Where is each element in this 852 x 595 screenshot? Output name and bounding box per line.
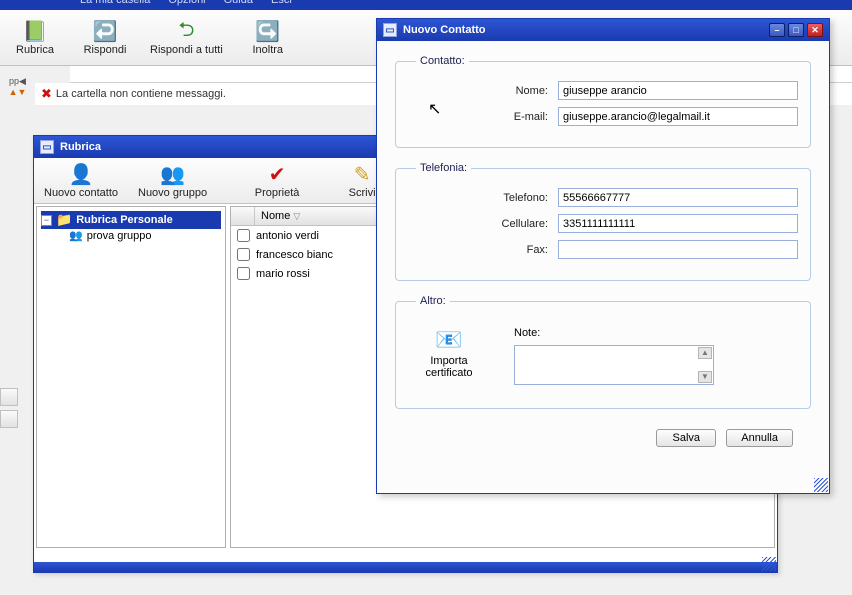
nome-input[interactable] <box>558 81 798 100</box>
tree-root[interactable]: − 📁 Rubrica Personale <box>41 211 221 229</box>
tree-child-label: prova gruppo <box>87 230 152 242</box>
row-name: mario rossi <box>256 268 310 280</box>
reply-icon: ↩️ <box>92 20 118 44</box>
altro-legend: Altro: <box>416 295 450 307</box>
menubar: La mia casella Opzioni Guida Esci <box>0 0 852 10</box>
new-contact-icon: 👤 <box>68 163 94 187</box>
scroll-up-icon[interactable]: ▲ <box>698 347 712 359</box>
fax-row: Fax: <box>408 240 798 259</box>
scroll-down-icon[interactable]: ▼ <box>698 371 712 383</box>
rubrica-label: Rubrica <box>16 44 54 56</box>
check-icon: ✔ <box>264 163 290 187</box>
write-label: Scrivi <box>349 187 376 199</box>
forward-icon: ↪️ <box>255 20 281 44</box>
dialog-body: Contatto: Nome: E-mail: Telefonia: Telef… <box>377 41 829 457</box>
note-textarea[interactable]: ▲ ▼ <box>514 345 714 385</box>
tree-pane[interactable]: − 📁 Rubrica Personale 👥 prova gruppo <box>36 206 226 548</box>
new-group-label: Nuovo gruppo <box>138 187 207 199</box>
checkbox-column[interactable] <box>231 207 255 225</box>
fax-input[interactable] <box>558 240 798 259</box>
reply-label: Rispondi <box>84 44 127 56</box>
note-block: Note: ▲ ▼ <box>514 327 714 388</box>
fragment-b <box>0 410 18 428</box>
fax-label: Fax: <box>408 244 558 256</box>
maximize-button[interactable]: □ <box>788 23 804 37</box>
dialog-icon: ▭ <box>383 23 397 37</box>
new-group-button[interactable]: 👥 Nuovo gruppo <box>128 158 217 203</box>
email-row: E-mail: <box>408 107 798 126</box>
tree-root-label: Rubrica Personale <box>76 214 173 226</box>
dialog-titlebar[interactable]: ▭ Nuovo Contatto – □ ✕ <box>377 19 829 41</box>
collapse-icon[interactable]: − <box>41 215 52 226</box>
reply-all-icon: ⮌ <box>173 20 199 44</box>
telefono-input[interactable] <box>558 188 798 207</box>
rubrica-footer <box>34 562 777 572</box>
close-button[interactable]: ✕ <box>807 23 823 37</box>
row-name: antonio verdi <box>256 230 319 242</box>
new-contact-label: Nuovo contatto <box>44 187 118 199</box>
tree-child[interactable]: 👥 prova gruppo <box>41 229 221 242</box>
importa-certificato-button[interactable]: 📧 Importa certificato <box>414 327 484 379</box>
telefono-row: Telefono: <box>408 188 798 207</box>
row-checkbox[interactable] <box>237 229 250 242</box>
sort-desc-icon: ▽ <box>293 211 300 222</box>
sort-indicator-icon: ▲▼ <box>9 87 27 97</box>
certificate-icon: 📧 <box>435 327 462 353</box>
name-column-label: Nome <box>261 210 290 222</box>
cellulare-input[interactable] <box>558 214 798 233</box>
rubrica-button[interactable]: 📗 Rubrica <box>0 10 70 65</box>
telefonia-fieldset: Telefonia: Telefono: Cellulare: Fax: <box>395 162 811 281</box>
altro-fieldset: Altro: 📧 Importa certificato Note: ▲ ▼ <box>395 295 811 409</box>
new-contact-button[interactable]: 👤 Nuovo contatto <box>34 158 128 203</box>
folder-icon: 📁 <box>56 212 72 228</box>
left-fragments <box>0 388 18 428</box>
resize-grip[interactable] <box>762 557 776 571</box>
forward-button[interactable]: ↪️ Inoltra <box>233 10 303 65</box>
dialog-resize-grip[interactable] <box>814 478 828 492</box>
window-buttons: – □ ✕ <box>769 23 823 37</box>
window-icon: ▭ <box>40 140 54 154</box>
save-button[interactable]: Salva <box>656 429 716 447</box>
importa-label: Importa certificato <box>414 355 484 379</box>
telefono-label: Telefono: <box>408 192 558 204</box>
group-icon: 👥 <box>69 229 83 242</box>
row-checkbox[interactable] <box>237 248 250 261</box>
reply-button[interactable]: ↩️ Rispondi <box>70 10 140 65</box>
reply-all-label: Rispondi a tutti <box>150 44 223 56</box>
contatto-fieldset: Contatto: Nome: E-mail: <box>395 55 811 148</box>
telefonia-legend: Telefonia: <box>416 162 471 174</box>
cellulare-row: Cellulare: <box>408 214 798 233</box>
nome-row: Nome: <box>408 81 798 100</box>
contatto-legend: Contatto: <box>416 55 469 67</box>
email-input[interactable] <box>558 107 798 126</box>
new-contact-dialog: ▭ Nuovo Contatto – □ ✕ Contatto: Nome: E… <box>376 18 830 494</box>
left-gutter: pp◀ ▲▼ <box>0 74 35 97</box>
empty-folder-text: La cartella non contiene messaggi. <box>56 88 226 100</box>
pencil-icon: ✎ <box>349 163 375 187</box>
dialog-title: Nuovo Contatto <box>403 24 485 36</box>
cancel-button[interactable]: Annulla <box>726 429 793 447</box>
email-label: E-mail: <box>408 111 558 123</box>
error-icon: ✖ <box>41 86 52 102</box>
fragment-a <box>0 388 18 406</box>
note-scrollbar[interactable]: ▲ ▼ <box>698 347 712 383</box>
dialog-footer: Salva Annulla <box>395 423 811 447</box>
cellulare-label: Cellulare: <box>408 218 558 230</box>
reply-all-button[interactable]: ⮌ Rispondi a tutti <box>140 10 233 65</box>
rubrica-title: Rubrica <box>60 141 101 153</box>
book-icon: 📗 <box>22 20 48 44</box>
new-group-icon: 👥 <box>160 163 186 187</box>
row-checkbox[interactable] <box>237 267 250 280</box>
note-label: Note: <box>514 327 714 339</box>
properties-button[interactable]: ✔ Proprietà <box>217 158 337 203</box>
nome-label: Nome: <box>408 85 558 97</box>
minimize-button[interactable]: – <box>769 23 785 37</box>
properties-label: Proprietà <box>255 187 300 199</box>
row-name: francesco bianc <box>256 249 333 261</box>
forward-label: Inoltra <box>252 44 283 56</box>
